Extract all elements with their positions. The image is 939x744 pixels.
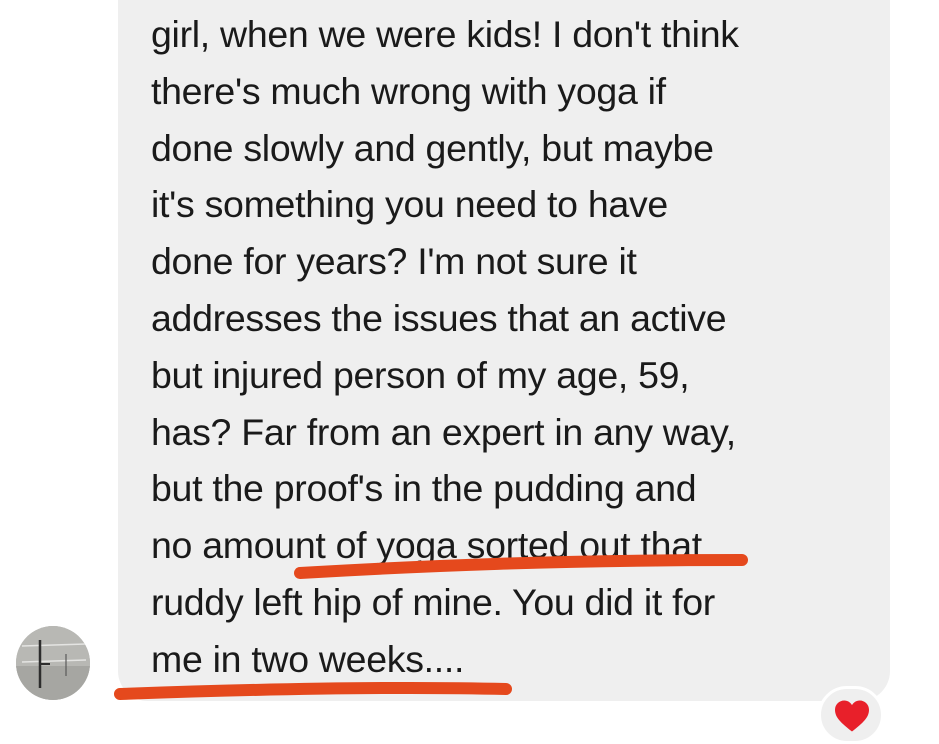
message-line: has? Far from an expert in any way, [151, 410, 736, 453]
message-line: done slowly and gently, but maybe [151, 126, 714, 169]
message-line: me in two weeks.... [151, 637, 465, 680]
message-line: no amount of yoga sorted out that [151, 524, 702, 567]
message-line: there's much wrong with yoga if [151, 69, 666, 112]
avatar-photo-icon [16, 626, 90, 700]
message-text: girl, when we were kids! I don't think t… [151, 6, 739, 688]
sender-avatar[interactable] [16, 626, 90, 700]
message-line: it's something you need to have [151, 183, 668, 226]
reaction-badge[interactable] [818, 686, 884, 744]
heart-icon [835, 700, 869, 732]
message-line: girl, when we were kids! I don't think [151, 13, 739, 55]
chat-screen: girl, when we were kids! I don't think t… [0, 0, 939, 744]
message-line: but the proof's in the pudding and [151, 467, 697, 510]
message-line: done for years? I'm not sure it [151, 240, 637, 283]
message-line: addresses the issues that an active [151, 296, 727, 339]
message-line: but injured person of my age, 59, [151, 353, 690, 396]
message-line: ruddy left hip of mine. You did it for [151, 580, 715, 623]
